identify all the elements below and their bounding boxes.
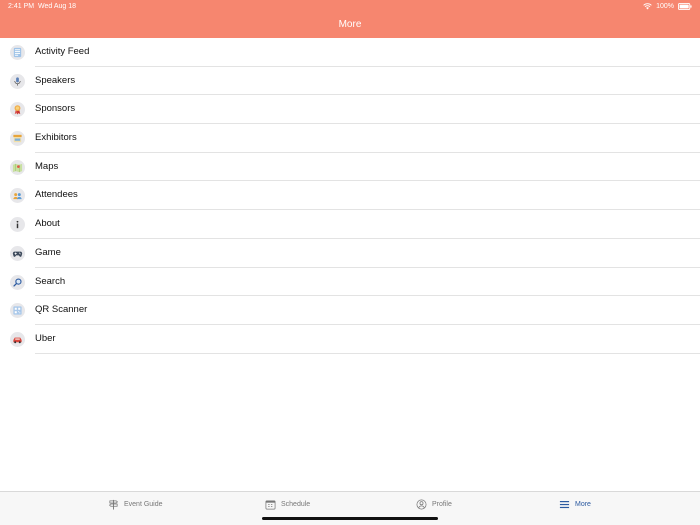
menu-item-label: Game: [35, 246, 61, 258]
gamepad-icon: [10, 245, 25, 261]
menu-item-label: Search: [35, 275, 66, 287]
tab-more[interactable]: More: [559, 492, 591, 516]
tab-schedule[interactable]: Schedule: [265, 492, 310, 516]
map-icon: [10, 159, 25, 175]
menu-item-game[interactable]: Game: [0, 239, 700, 268]
status-indicators: 100%: [643, 3, 692, 10]
booth-icon: [10, 131, 25, 147]
menu-item-label: Maps: [35, 160, 59, 172]
menu-item-label: Speakers: [35, 74, 76, 86]
menu-item-exhibitors[interactable]: Exhibitors: [0, 124, 700, 153]
menu-item-attendees[interactable]: Attendees: [0, 181, 700, 210]
activity-feed-icon: [10, 45, 25, 60]
menu-item-label: Uber: [35, 332, 56, 344]
battery-icon: [678, 3, 692, 10]
tab-profile[interactable]: Profile: [416, 492, 452, 516]
menu-item-sponsors[interactable]: Sponsors: [0, 95, 700, 124]
status-time: 2:41 PM: [8, 3, 35, 10]
menu-item-about[interactable]: About: [0, 210, 700, 239]
menu-item-label: About: [35, 218, 60, 230]
status-date: Wed Aug 18: [38, 3, 77, 10]
menu-item-search[interactable]: Search: [0, 268, 700, 297]
profile-icon: [416, 499, 427, 510]
hamburger-icon: [559, 499, 570, 510]
page-title: More: [338, 19, 362, 30]
battery-percent: 100%: [656, 3, 674, 10]
car-icon: [10, 331, 25, 347]
ribbon-icon: [10, 102, 25, 118]
menu-item-label: Sponsors: [35, 103, 76, 115]
magnifier-icon: [10, 274, 25, 290]
signpost-icon: [108, 499, 119, 510]
more-menu-list: Activity Feed Speakers Sponsors Exhibito…: [0, 38, 700, 354]
menu-item-label: Exhibitors: [35, 132, 77, 144]
tab-label: More: [575, 500, 591, 508]
microphone-icon: [10, 73, 25, 89]
menu-item-qr-scanner[interactable]: QR Scanner: [0, 296, 700, 325]
tab-label: Event Guide: [124, 500, 163, 508]
tab-label: Schedule: [281, 500, 311, 508]
menu-item-uber[interactable]: Uber: [0, 325, 700, 354]
qr-scanner-icon: [10, 303, 25, 319]
tab-label: Profile: [432, 500, 452, 508]
info-icon: [10, 217, 25, 233]
calendar-icon: [265, 499, 276, 510]
top-header: 2:41 PM Wed Aug 18 100% More: [0, 0, 700, 38]
home-indicator[interactable]: [262, 517, 438, 520]
menu-item-maps[interactable]: Maps: [0, 153, 700, 182]
menu-item-label: QR Scanner: [35, 304, 88, 316]
menu-item-speakers[interactable]: Speakers: [0, 67, 700, 96]
menu-item-label: Activity Feed: [35, 46, 90, 57]
people-icon: [10, 188, 25, 204]
menu-item-activity-feed[interactable]: Activity Feed: [0, 38, 700, 67]
wifi-icon: [643, 3, 652, 10]
tab-event-guide[interactable]: Event Guide: [108, 492, 163, 516]
menu-item-label: Attendees: [35, 189, 78, 201]
